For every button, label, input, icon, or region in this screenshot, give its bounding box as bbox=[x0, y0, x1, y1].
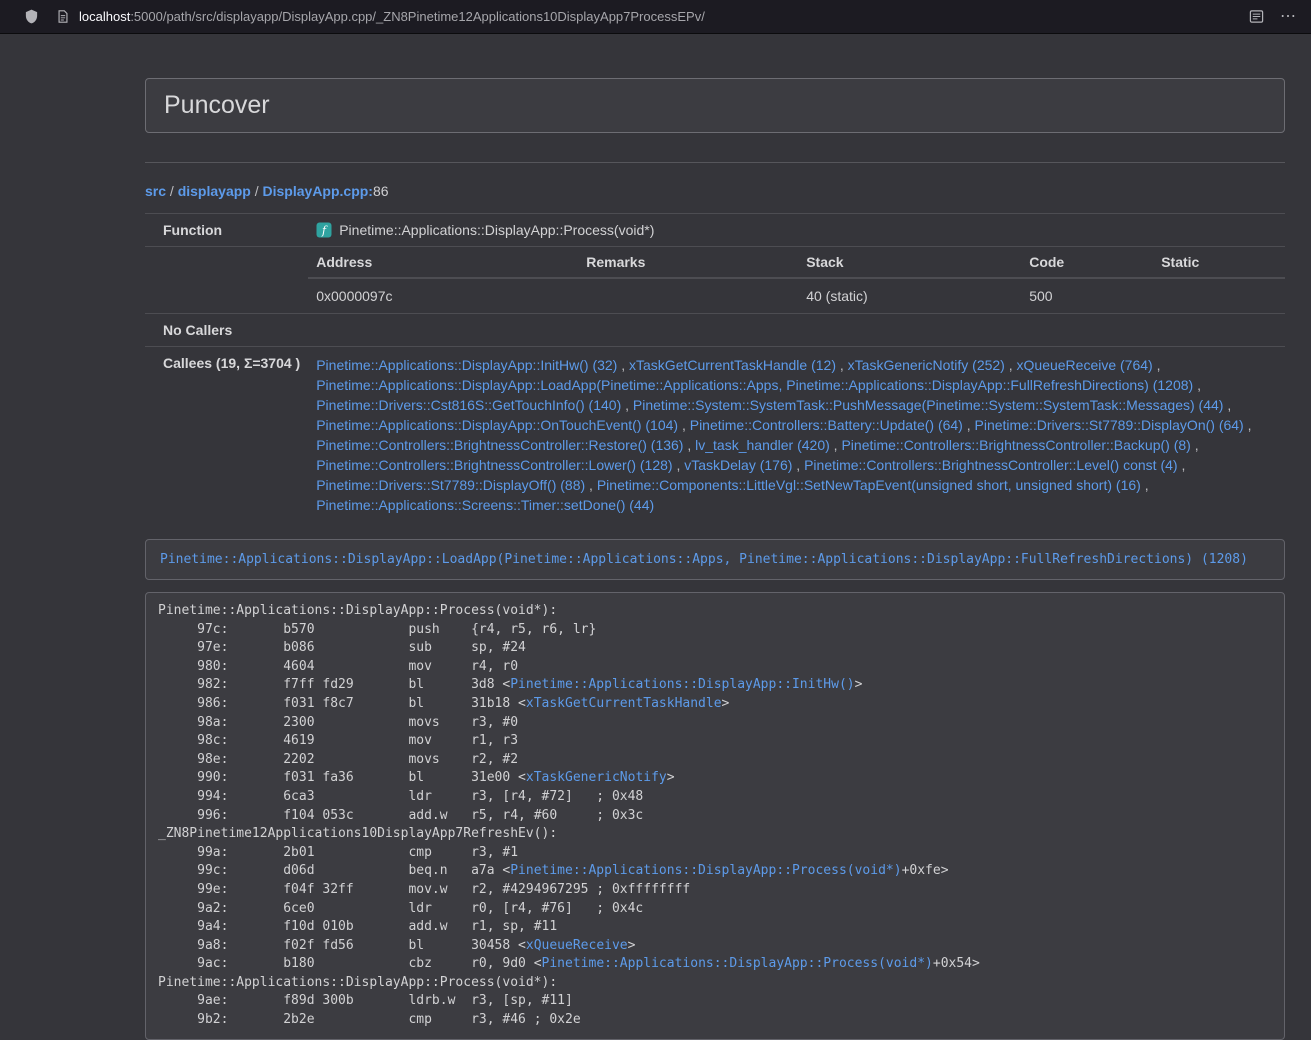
callee-separator: , bbox=[1223, 397, 1231, 413]
remarks-value bbox=[578, 278, 798, 313]
no-callers-label: No Callers bbox=[145, 314, 308, 347]
breadcrumb-link[interactable]: DisplayApp.cpp: bbox=[263, 183, 373, 199]
callee-separator: , bbox=[1191, 437, 1199, 453]
callee-separator: , bbox=[1005, 357, 1017, 373]
tracking-protection-shield-icon[interactable] bbox=[24, 8, 39, 25]
callee-link[interactable]: Pinetime::Controllers::BrightnessControl… bbox=[316, 457, 672, 473]
callee-separator: , bbox=[1141, 477, 1149, 493]
assembly-symbol-link[interactable]: Pinetime::Applications::DisplayApp::Init… bbox=[510, 677, 854, 692]
callee-link[interactable]: vTaskDelay (176) bbox=[684, 457, 792, 473]
callee-link[interactable]: Pinetime::System::SystemTask::PushMessag… bbox=[633, 397, 1224, 413]
callee-link[interactable]: Pinetime::Applications::DisplayApp::OnTo… bbox=[316, 417, 678, 433]
assembly-symbol-link[interactable]: xTaskGenericNotify bbox=[526, 770, 667, 785]
column-address: Address bbox=[308, 247, 578, 278]
callee-link[interactable]: Pinetime::Components::LittleVgl::SetNewT… bbox=[597, 477, 1141, 493]
callee-link[interactable]: lv_task_handler (420) bbox=[695, 437, 830, 453]
stack-value: 40 (static) bbox=[798, 278, 1021, 313]
callee-link[interactable]: Pinetime::Drivers::Cst816S::GetTouchInfo… bbox=[316, 397, 621, 413]
function-icon: f bbox=[316, 222, 332, 238]
breadcrumb-link[interactable]: displayapp bbox=[178, 183, 251, 199]
callee-separator: , bbox=[683, 437, 695, 453]
callee-link[interactable]: Pinetime::Applications::Screens::Timer::… bbox=[316, 497, 654, 513]
callee-link[interactable]: xQueueReceive (764) bbox=[1017, 357, 1153, 373]
divider bbox=[145, 162, 1285, 163]
callees-list: Pinetime::Applications::DisplayApp::Init… bbox=[316, 355, 1277, 515]
breadcrumb: src / displayapp / DisplayApp.cpp:86 bbox=[145, 183, 1285, 199]
callee-separator: , bbox=[621, 397, 633, 413]
column-remarks: Remarks bbox=[578, 247, 798, 278]
breadcrumb-link[interactable]: src bbox=[145, 183, 166, 199]
callee-link[interactable]: Pinetime::Applications::DisplayApp::Load… bbox=[316, 377, 1193, 393]
code-value: 500 bbox=[1021, 278, 1153, 313]
callee-link[interactable]: Pinetime::Drivers::St7789::DisplayOff() … bbox=[316, 477, 585, 493]
callee-separator: , bbox=[673, 457, 685, 473]
callee-link[interactable]: xTaskGenericNotify (252) bbox=[848, 357, 1005, 373]
callee-link[interactable]: Pinetime::Controllers::Battery::Update()… bbox=[690, 417, 963, 433]
static-value bbox=[1153, 278, 1285, 313]
address-value: 0x0000097c bbox=[308, 278, 578, 313]
function-name: Pinetime::Applications::DisplayApp::Proc… bbox=[339, 222, 654, 238]
assembly-symbol-link[interactable]: xQueueReceive bbox=[526, 938, 628, 953]
page-title: Puncover bbox=[164, 91, 1266, 120]
callee-separator: , bbox=[1193, 377, 1201, 393]
callee-separator: , bbox=[585, 477, 597, 493]
no-callers-row: No Callers bbox=[145, 314, 1285, 347]
column-static: Static bbox=[1153, 247, 1285, 278]
breadcrumb-line-number: 86 bbox=[373, 183, 389, 199]
callee-link[interactable]: Pinetime::Applications::DisplayApp::Init… bbox=[316, 357, 617, 373]
function-name-cell: f Pinetime::Applications::DisplayApp::Pr… bbox=[316, 222, 1277, 238]
app-header: Puncover bbox=[145, 78, 1285, 133]
callee-link[interactable]: Pinetime::Controllers::BrightnessControl… bbox=[316, 437, 683, 453]
assembly-symbol-link[interactable]: Pinetime::Applications::DisplayApp::Proc… bbox=[542, 956, 933, 971]
stats-table: Address Remarks Stack Code Static 0x0000… bbox=[308, 247, 1285, 313]
url-path: :5000/path/src/displayapp/DisplayApp.cpp… bbox=[130, 9, 705, 24]
page-container: Puncover src / displayapp / DisplayApp.c… bbox=[145, 34, 1285, 1040]
callee-separator: , bbox=[963, 417, 975, 433]
page-info-icon[interactable] bbox=[56, 9, 70, 24]
callee-separator: , bbox=[830, 437, 842, 453]
assembly-code: Pinetime::Applications::DisplayApp::Proc… bbox=[145, 592, 1285, 1040]
breadcrumb-separator: / bbox=[166, 183, 178, 199]
url-bar[interactable]: localhost:5000/path/src/displayapp/Displ… bbox=[56, 9, 1241, 24]
callee-link[interactable]: Pinetime::Controllers::BrightnessControl… bbox=[804, 457, 1177, 473]
page-actions-menu-icon[interactable]: ⋯ bbox=[1280, 9, 1297, 25]
url-host: localhost bbox=[79, 9, 130, 24]
snippet-header: Pinetime::Applications::DisplayApp::Load… bbox=[145, 539, 1285, 580]
callee-separator: , bbox=[617, 357, 629, 373]
snippet-function-link[interactable]: Pinetime::Applications::DisplayApp::Load… bbox=[160, 552, 1248, 567]
function-stats-row: Address Remarks Stack Code Static 0x0000… bbox=[145, 247, 1285, 314]
breadcrumb-separator: / bbox=[251, 183, 263, 199]
column-stack: Stack bbox=[798, 247, 1021, 278]
function-table: Function f Pinetime::Applications::Displ… bbox=[145, 213, 1285, 523]
url-text: localhost:5000/path/src/displayapp/Displ… bbox=[79, 9, 705, 24]
callee-separator: , bbox=[1153, 357, 1161, 373]
column-code: Code bbox=[1021, 247, 1153, 278]
callee-separator: , bbox=[836, 357, 848, 373]
browser-chrome: localhost:5000/path/src/displayapp/Displ… bbox=[0, 0, 1311, 34]
callees-label: Callees (19, Σ=3704 ) bbox=[145, 347, 308, 524]
assembly-symbol-link[interactable]: xTaskGetCurrentTaskHandle bbox=[526, 696, 722, 711]
stats-value-row: 0x0000097c 40 (static) 500 bbox=[308, 278, 1285, 313]
reader-view-icon[interactable] bbox=[1249, 9, 1264, 24]
callee-separator: , bbox=[678, 417, 690, 433]
callee-link[interactable]: xTaskGetCurrentTaskHandle (12) bbox=[629, 357, 836, 373]
callee-link[interactable]: Pinetime::Controllers::BrightnessControl… bbox=[841, 437, 1190, 453]
callee-separator: , bbox=[1178, 457, 1186, 473]
function-row: Function f Pinetime::Applications::Displ… bbox=[145, 214, 1285, 247]
callee-link[interactable]: Pinetime::Drivers::St7789::DisplayOn() (… bbox=[975, 417, 1244, 433]
stats-header-row: Address Remarks Stack Code Static bbox=[308, 247, 1285, 278]
callee-separator: , bbox=[1244, 417, 1252, 433]
function-label: Function bbox=[145, 214, 308, 247]
assembly-symbol-link[interactable]: Pinetime::Applications::DisplayApp::Proc… bbox=[510, 863, 901, 878]
callee-separator: , bbox=[792, 457, 804, 473]
callees-row: Callees (19, Σ=3704 ) Pinetime::Applicat… bbox=[145, 347, 1285, 524]
